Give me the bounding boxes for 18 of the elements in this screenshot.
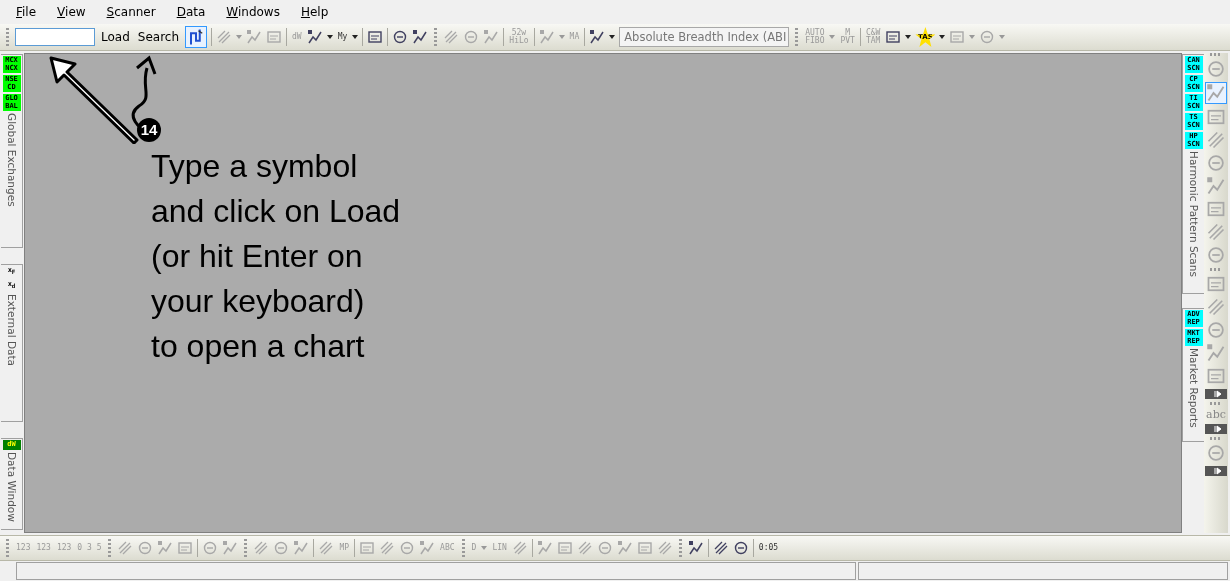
- toolbar-text-button[interactable]: 0:05: [757, 544, 780, 552]
- toolbar-button[interactable]: Load: [99, 30, 132, 44]
- toolbar-button[interactable]: Search: [135, 30, 182, 44]
- indicator-dropdown[interactable]: Absolute Breadth Index (ABI: [619, 27, 790, 47]
- step-number: 14: [137, 118, 161, 142]
- toolbar-text-button[interactable]: My: [336, 33, 349, 41]
- instruction-text: Type a symbol and click on Load (or hit Enter on your keyboard) to open a chart: [151, 147, 401, 366]
- menu-item[interactable]: View: [51, 3, 92, 21]
- menu-item[interactable]: File: [10, 3, 43, 21]
- tab-label: Market Reports: [1187, 348, 1200, 428]
- tab-label: External Data: [5, 293, 18, 366]
- menu-item[interactable]: Windows: [220, 3, 286, 21]
- tab-label: Harmonic Pattern Scans: [1187, 151, 1200, 277]
- menu-item[interactable]: Data: [170, 3, 212, 21]
- menu-item[interactable]: Help: [294, 3, 335, 21]
- tab-label: Global Exchanges: [5, 113, 18, 207]
- menu-item[interactable]: Scanner: [100, 3, 162, 21]
- tab-label: Data Window: [5, 451, 18, 522]
